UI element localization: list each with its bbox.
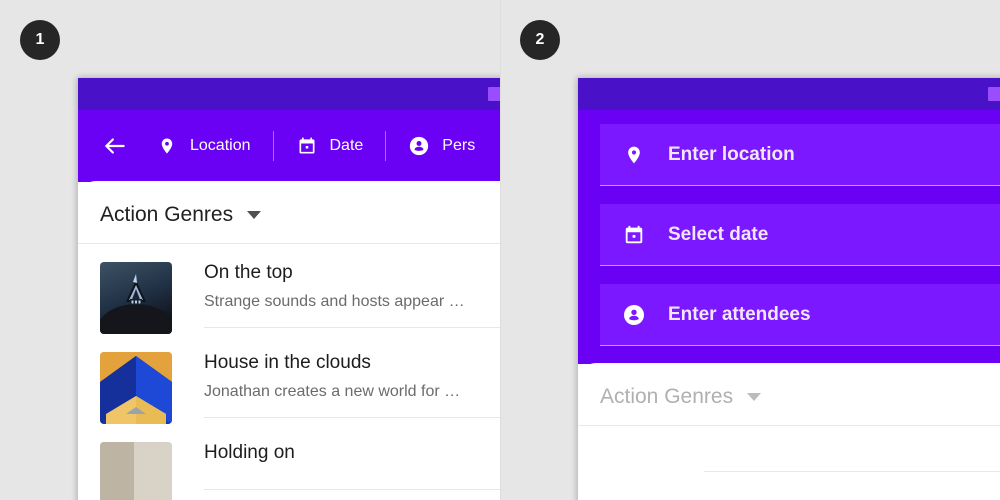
status-bar [578,78,1000,110]
thumbnail-dark-church-on-hill-night [100,262,172,334]
list-item-description: Strange sounds and hosts appear … [204,293,500,311]
movie-list [578,426,1000,500]
toolbar-divider [385,131,386,161]
toolbar-label-location: Location [190,137,251,155]
genre-selector-label: Action Genres [600,385,733,409]
square-indicator-icon [488,87,500,101]
thumbnail-beige-gradient [100,442,172,500]
step-badge-2: 2 [520,20,560,60]
date-input-placeholder: Select date [668,224,768,246]
attendees-input[interactable]: Enter attendees [600,284,1000,346]
toolbar-label-date: Date [330,137,364,155]
step-panel-1: 1 Location [0,0,500,500]
location-input-placeholder: Enter location [668,144,795,166]
location-pin-icon [622,143,646,167]
arrow-left-icon [102,133,128,159]
list-item[interactable] [600,426,1000,500]
attendees-input-placeholder: Enter attendees [668,304,811,326]
date-input[interactable]: Select date [600,204,1000,266]
toolbar-divider [273,131,274,161]
back-button[interactable] [100,131,130,161]
genre-selector-label: Action Genres [100,203,233,227]
list-item-title: On the top [204,262,500,284]
status-bar [78,78,500,110]
list-item-body: Holding on [204,442,500,490]
location-input[interactable]: Enter location [600,124,1000,186]
step-badge-1: 1 [20,20,60,60]
thumbnail-muted-placeholder [600,446,672,500]
genre-selector[interactable]: Action Genres [578,363,1000,426]
location-pin-icon [156,135,178,157]
person-icon [622,303,646,327]
calendar-icon [622,223,646,247]
panel-divider [500,0,501,500]
chevron-down-icon [747,393,761,401]
toolbar-item-date[interactable]: Date [296,135,364,157]
toolbar-item-location[interactable]: Location [156,135,251,157]
toolbar-label-person: Pers [442,137,475,155]
movie-list: On the top Strange sounds and hosts appe… [78,244,500,500]
list-item-body [704,446,1000,472]
chevron-down-icon [247,211,261,219]
calendar-icon [296,135,318,157]
list-item-body: On the top Strange sounds and hosts appe… [204,262,500,328]
list-item[interactable]: On the top Strange sounds and hosts appe… [100,244,500,334]
person-icon [408,135,430,157]
phone-card-1: Location Date [78,78,500,500]
list-item[interactable]: House in the clouds Jonathan creates a n… [100,334,500,424]
list-item-body: House in the clouds Jonathan creates a n… [204,352,500,418]
list-item-description: Jonathan creates a new world for … [204,383,500,401]
genre-selector[interactable]: Action Genres [78,181,500,244]
list-item-title: House in the clouds [204,352,500,374]
phone-card-2: Enter location Select date [578,78,1000,500]
search-toolbar: Location Date [78,110,500,182]
content-sheet: Action Genres [578,363,1000,500]
search-form: Enter location Select date [578,110,1000,364]
list-item-title: Holding on [204,442,500,464]
square-indicator-icon [988,87,1000,101]
list-item[interactable]: Holding on [100,424,500,500]
toolbar-item-person[interactable]: Pers [408,135,475,157]
step-panel-2: 2 Enter location [500,0,1000,500]
thumbnail-blue-pyramid-on-orange [100,352,172,424]
content-sheet: Action Genres [78,181,500,500]
